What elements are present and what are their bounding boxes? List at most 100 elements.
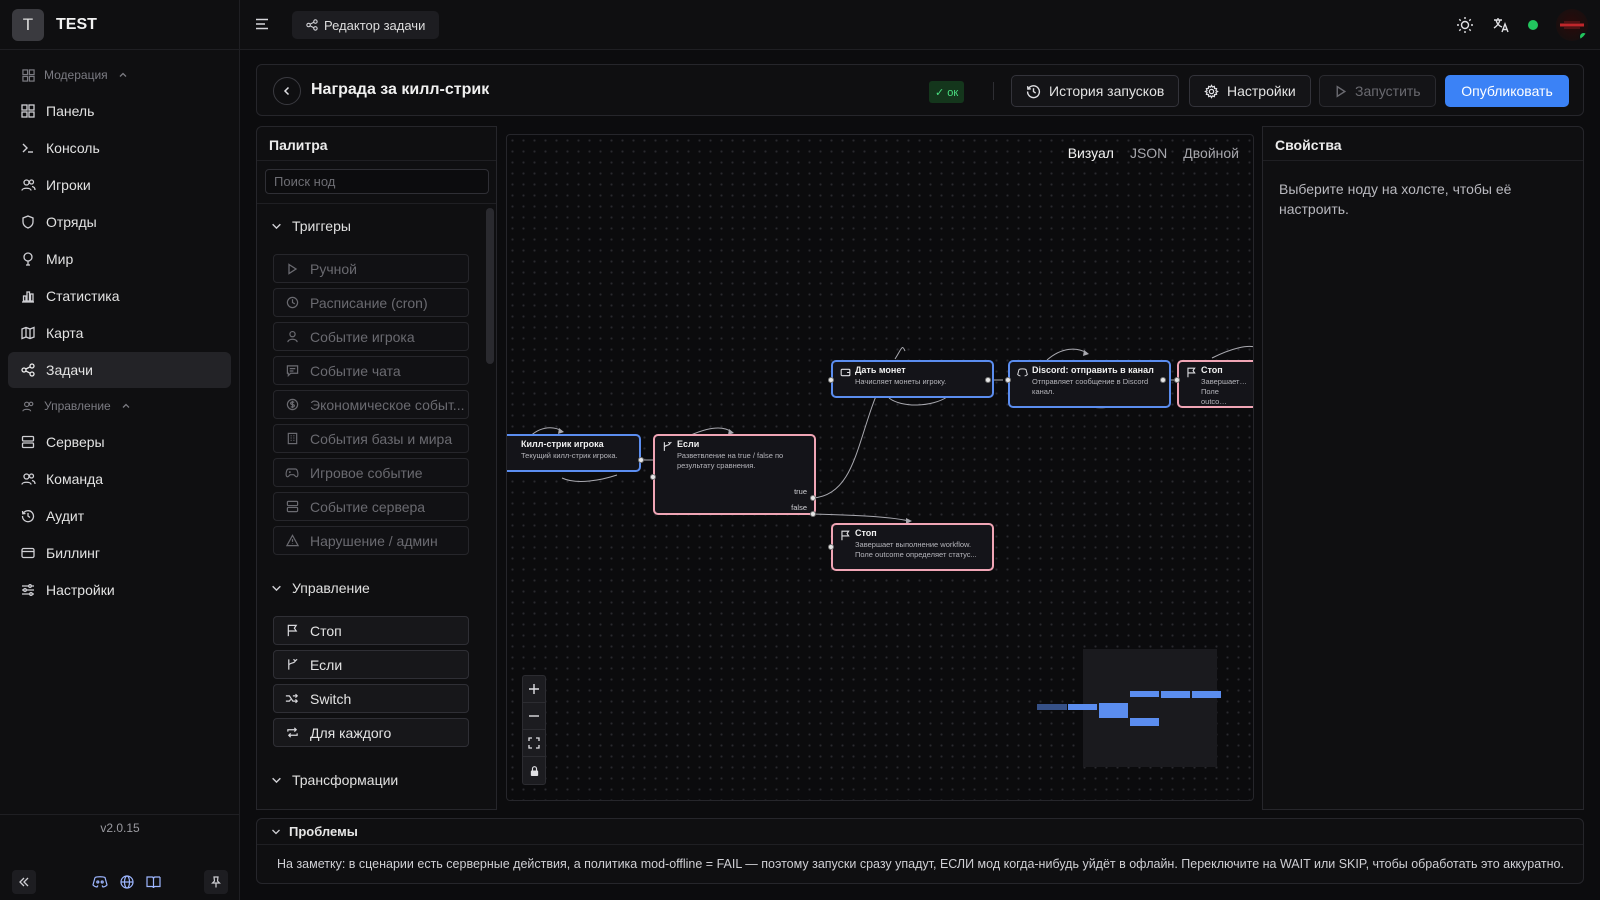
editor-header: Награда за килл-стрик ✓ ок История запус… bbox=[256, 64, 1584, 116]
online-status-dot bbox=[1579, 32, 1588, 41]
workflow-canvas[interactable]: Визуал JSON Двойной Килл-стрик игрока Те… bbox=[506, 134, 1254, 801]
palette-item-if[interactable]: Если bbox=[273, 650, 469, 679]
back-button[interactable] bbox=[273, 77, 301, 105]
port-coins-in[interactable] bbox=[828, 377, 834, 383]
run-button[interactable]: Запустить bbox=[1319, 75, 1436, 107]
section-transformations[interactable]: Трансформации bbox=[257, 758, 496, 802]
palette-item-label: События базы и мира bbox=[310, 430, 453, 447]
sidebar-item-billing[interactable]: Биллинг bbox=[8, 535, 231, 571]
palette-item-game-event[interactable]: Игровое событие bbox=[273, 458, 469, 487]
sidebar-item-stats[interactable]: Статистика bbox=[8, 278, 231, 314]
nav-group-moderation[interactable]: Модерация bbox=[8, 58, 231, 92]
pin-sidebar-button[interactable] bbox=[204, 870, 228, 894]
sidebar-item-console[interactable]: Консоль bbox=[8, 130, 231, 166]
zoom-in-button[interactable] bbox=[523, 676, 545, 703]
palette-item-switch[interactable]: Switch bbox=[273, 684, 469, 713]
zoom-out-button[interactable] bbox=[523, 703, 545, 730]
port-stop-end-in[interactable] bbox=[1174, 377, 1180, 383]
publish-button[interactable]: Опубликовать bbox=[1445, 75, 1569, 107]
sidebar-item-panel[interactable]: Панель bbox=[8, 93, 231, 129]
port-if-true[interactable] bbox=[810, 495, 816, 501]
palette-item-chat-event[interactable]: Событие чата bbox=[273, 356, 469, 385]
message-icon bbox=[284, 363, 300, 379]
palette-item-manual[interactable]: Ручной bbox=[273, 254, 469, 283]
sidebar-item-tasks[interactable]: Задачи bbox=[8, 352, 231, 388]
collapse-sidebar-button[interactable] bbox=[12, 870, 36, 894]
breadcrumb[interactable]: Редактор задачи bbox=[292, 11, 440, 39]
sidebar-item-settings[interactable]: Настройки bbox=[8, 572, 231, 608]
section-label: Трансформации bbox=[292, 772, 399, 788]
docs-link[interactable] bbox=[146, 875, 161, 889]
sidebar-item-label: Биллинг bbox=[46, 545, 101, 561]
node-discord-send[interactable]: Discord: отправить в канал Отправляет со… bbox=[1008, 360, 1171, 408]
port-if-false[interactable] bbox=[810, 511, 816, 517]
terminal-icon bbox=[20, 140, 36, 156]
user-avatar[interactable] bbox=[1556, 9, 1588, 41]
triggers-list: Ручной Расписание (cron) Событие игрока … bbox=[257, 248, 496, 566]
node-search-input[interactable] bbox=[265, 169, 489, 194]
sidebar-item-servers[interactable]: Серверы bbox=[8, 424, 231, 460]
node-if[interactable]: Если Разветвление на true / false по рез… bbox=[653, 434, 816, 515]
port-coins-out[interactable] bbox=[985, 377, 991, 383]
sidebar-item-map[interactable]: Карта bbox=[8, 315, 231, 351]
palette-item-stop[interactable]: Стоп bbox=[273, 616, 469, 645]
theme-toggle-button[interactable] bbox=[1456, 16, 1474, 34]
edge-if-false-stop bbox=[812, 513, 910, 522]
edge-if-true-coins bbox=[812, 381, 883, 499]
warning-icon bbox=[284, 533, 300, 549]
run-history-button[interactable]: История запусков bbox=[1011, 75, 1180, 107]
sidebar-item-label: Карта bbox=[46, 325, 84, 341]
fit-view-button[interactable] bbox=[523, 730, 545, 757]
sidebar-item-label: Панель bbox=[46, 103, 95, 119]
sidebar-item-squads[interactable]: Отряды bbox=[8, 204, 231, 240]
brand[interactable]: T TEST bbox=[0, 0, 239, 50]
port-if-in[interactable] bbox=[650, 474, 656, 480]
website-link[interactable] bbox=[120, 875, 134, 889]
palette-item-cron[interactable]: Расписание (cron) bbox=[273, 288, 469, 317]
palette-item-player-event[interactable]: Событие игрока bbox=[273, 322, 469, 351]
palette-item-server-event[interactable]: Событие сервера bbox=[273, 492, 469, 521]
sidebar: T TEST Модерация Панель Консоль Игроки О… bbox=[0, 0, 240, 900]
sidebar-item-audit[interactable]: Аудит bbox=[8, 498, 231, 534]
minimap-node-killstreak bbox=[1037, 704, 1067, 710]
edge-loop-discord bbox=[1046, 348, 1088, 361]
settings-button[interactable]: Настройки bbox=[1189, 75, 1311, 107]
section-control[interactable]: Управление bbox=[257, 566, 496, 610]
palette-item-label: Для каждого bbox=[310, 724, 392, 741]
sidebar-item-team[interactable]: Команда bbox=[8, 461, 231, 497]
map-icon bbox=[20, 325, 36, 341]
lock-icon bbox=[529, 765, 540, 777]
sidebar-item-world[interactable]: Мир bbox=[8, 241, 231, 277]
toggle-sidebar-button[interactable] bbox=[254, 16, 270, 32]
discord-link[interactable] bbox=[92, 875, 108, 889]
port-discord-out[interactable] bbox=[1160, 377, 1166, 383]
palette-item-economy-event[interactable]: Экономическое событ... bbox=[273, 390, 469, 419]
shuffle-icon bbox=[284, 691, 300, 707]
nav-group-label: Модерация bbox=[44, 68, 108, 82]
node-killstreak[interactable]: Килл-стрик игрока Текущий килл-стрик игр… bbox=[507, 434, 641, 472]
node-give-coins[interactable]: Дать монет Начисляет монеты игроку. bbox=[831, 360, 994, 398]
palette-item-base-world-events[interactable]: События базы и мира bbox=[273, 424, 469, 453]
topbar: Редактор задачи bbox=[240, 0, 1600, 50]
book-icon bbox=[146, 875, 161, 889]
palette-item-violation-admin[interactable]: Нарушение / админ bbox=[273, 526, 469, 555]
problems-toggle[interactable]: Проблемы bbox=[257, 819, 1583, 845]
palette-scrollbar[interactable] bbox=[486, 208, 494, 364]
sidebar-item-players[interactable]: Игроки bbox=[8, 167, 231, 203]
palette-item-for-each[interactable]: Для каждого bbox=[273, 718, 469, 747]
chevron-up-icon bbox=[121, 401, 131, 411]
node-stop[interactable]: Стоп Завершает выполнение workflow. Поле… bbox=[831, 523, 994, 571]
properties-title: Свойства bbox=[1263, 127, 1583, 161]
nav-group-management[interactable]: Управление bbox=[8, 389, 231, 423]
sidebar-item-label: Настройки bbox=[46, 582, 115, 598]
lock-canvas-button[interactable] bbox=[523, 757, 545, 784]
header-divider bbox=[993, 82, 994, 100]
palette-item-label: Ручной bbox=[310, 260, 357, 277]
language-button[interactable] bbox=[1492, 16, 1510, 34]
play-icon bbox=[1334, 84, 1347, 98]
section-triggers[interactable]: Триггеры bbox=[257, 204, 496, 248]
port-discord-in[interactable] bbox=[1005, 377, 1011, 383]
node-stop-end[interactable]: Стоп Завершает… Поле outco… bbox=[1177, 360, 1253, 408]
port-killstreak-out[interactable] bbox=[638, 457, 644, 463]
port-stop-in[interactable] bbox=[828, 544, 834, 550]
